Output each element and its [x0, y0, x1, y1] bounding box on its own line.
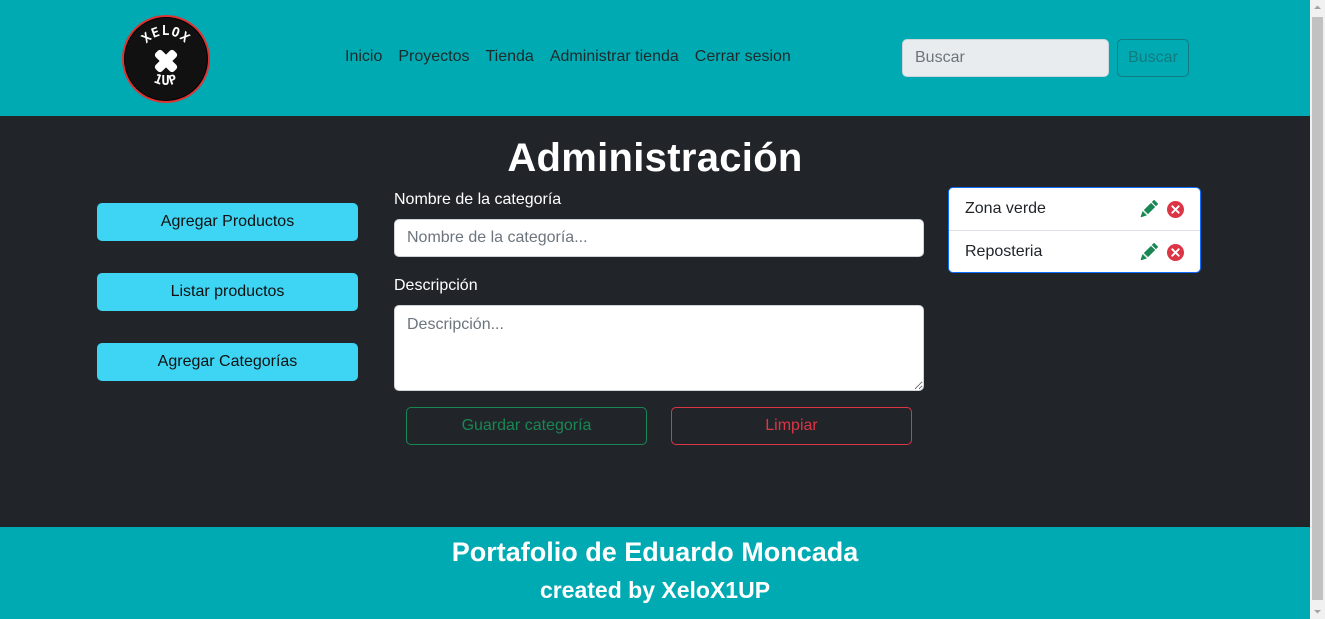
- page-title: Administración: [507, 136, 803, 180]
- footer-subtitle: created by XeloX1UP: [539, 577, 771, 603]
- category-name-input[interactable]: [394, 219, 924, 257]
- list-item: Reposteria: [949, 231, 1200, 272]
- nav-link-inicio[interactable]: Inicio: [345, 48, 382, 66]
- footer: Portafolio de Eduardo Moncada created by…: [0, 527, 1310, 619]
- category-name: Zona verde: [965, 200, 1046, 217]
- list-item: Zona verde: [949, 188, 1200, 231]
- logo-text-bottom: 1UP: [152, 72, 179, 89]
- search-button[interactable]: Buscar: [1117, 39, 1189, 77]
- search-input[interactable]: [902, 39, 1109, 77]
- list-products-button[interactable]: Listar productos: [97, 273, 358, 311]
- pencil-icon[interactable]: [1140, 200, 1158, 218]
- category-name: Reposteria: [965, 243, 1043, 260]
- svg-text:1UP: 1UP: [152, 72, 180, 89]
- vertical-scrollbar[interactable]: [1310, 0, 1325, 619]
- nav-link-tienda[interactable]: Tienda: [486, 48, 534, 66]
- navbar: XELOX 1UP Inicio Proyectos Tienda Admini…: [0, 0, 1310, 116]
- pencil-icon[interactable]: [1140, 243, 1158, 261]
- page: XELOX 1UP Inicio Proyectos Tienda Admini…: [0, 0, 1310, 619]
- footer-title: Portafolio de Eduardo Moncada: [451, 537, 859, 567]
- logo-icon: XELOX 1UP: [139, 24, 193, 89]
- clear-button[interactable]: Limpiar: [671, 407, 912, 445]
- x-circle-icon[interactable]: [1167, 201, 1184, 218]
- logo-text-top: XELOX: [139, 24, 192, 47]
- scroll-down-arrow-icon[interactable]: [1310, 604, 1325, 619]
- category-name-label: Nombre de la categoría: [394, 191, 562, 208]
- scroll-up-arrow-icon[interactable]: [1310, 0, 1325, 15]
- category-list: Zona verde Reposteria: [948, 187, 1201, 273]
- svg-text:XELOX: XELOX: [139, 24, 193, 47]
- add-categories-button[interactable]: Agregar Categorías: [97, 343, 358, 381]
- logo[interactable]: XELOX 1UP: [122, 15, 210, 103]
- nav-link-cerrar-sesion[interactable]: Cerrar sesion: [695, 48, 791, 66]
- description-textarea[interactable]: [394, 305, 924, 391]
- scrollbar-thumb[interactable]: [1312, 17, 1323, 600]
- add-products-button[interactable]: Agregar Productos: [97, 203, 358, 241]
- description-label: Descripción: [394, 277, 478, 294]
- nav-link-proyectos[interactable]: Proyectos: [398, 48, 469, 66]
- nav-link-administrar-tienda[interactable]: Administrar tienda: [550, 48, 679, 66]
- main-content: Administración Agregar Productos Listar …: [0, 116, 1310, 527]
- x-circle-icon[interactable]: [1167, 244, 1184, 261]
- save-category-button[interactable]: Guardar categoría: [406, 407, 647, 445]
- main-nav: Inicio Proyectos Tienda Administrar tien…: [345, 48, 791, 66]
